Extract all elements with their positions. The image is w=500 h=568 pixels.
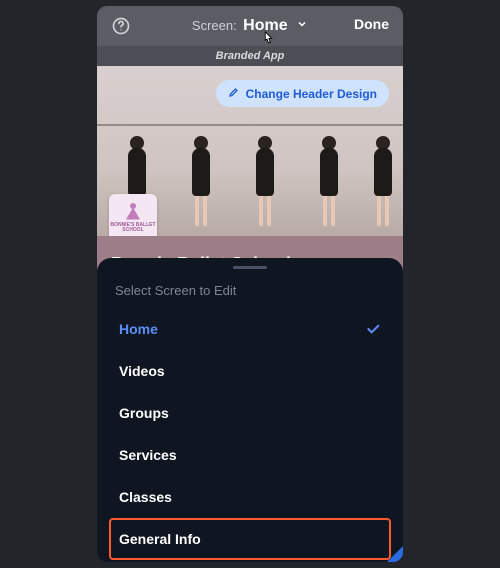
branded-app-badge: Branded App	[97, 46, 403, 66]
change-header-label: Change Header Design	[246, 87, 377, 101]
screen-selector[interactable]: Screen: Home	[192, 17, 308, 35]
menu-item-classes[interactable]: Classes	[109, 476, 391, 518]
resize-corner-icon[interactable]	[387, 546, 403, 562]
done-button[interactable]: Done	[354, 16, 389, 32]
phone-preview: Screen: Home Done Branded App	[97, 6, 403, 562]
sheet-title: Select Screen to Edit	[97, 269, 403, 304]
menu-item-label: Groups	[119, 405, 169, 421]
menu-item-home[interactable]: Home	[109, 308, 391, 350]
app-logo: BONNIE'S BALLET SCHOOL	[109, 194, 157, 236]
menu-item-label: Classes	[119, 489, 172, 505]
menu-item-label: Services	[119, 447, 177, 463]
chevron-down-icon	[296, 17, 308, 35]
pencil-icon	[228, 86, 240, 101]
screen-menu: Home Videos Groups Services Classes	[97, 304, 403, 562]
screen-label-prefix: Screen:	[192, 18, 237, 33]
top-bar: Screen: Home Done	[97, 6, 403, 46]
change-header-button[interactable]: Change Header Design	[216, 80, 389, 107]
menu-item-label: Videos	[119, 363, 165, 379]
help-icon[interactable]	[111, 16, 131, 36]
screen-label-current: Home	[243, 17, 287, 34]
screen-select-sheet: Select Screen to Edit Home Videos Groups…	[97, 258, 403, 562]
menu-item-services[interactable]: Services	[109, 434, 391, 476]
header-image: Change Header Design BONNIE'S BALLET SCH…	[97, 66, 403, 236]
menu-item-label: General Info	[119, 531, 201, 547]
menu-item-label: Home	[119, 321, 158, 337]
menu-item-general-info[interactable]: General Info	[109, 518, 391, 560]
menu-item-groups[interactable]: Groups	[109, 392, 391, 434]
check-icon	[365, 321, 381, 337]
menu-item-videos[interactable]: Videos	[109, 350, 391, 392]
logo-text: BONNIE'S BALLET SCHOOL	[109, 223, 157, 234]
